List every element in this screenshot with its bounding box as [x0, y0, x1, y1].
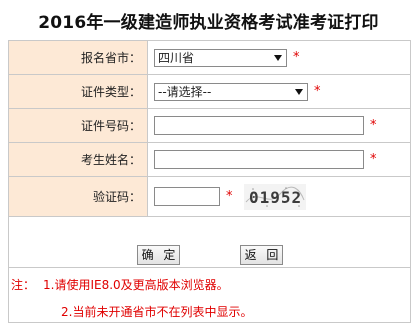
required-mark: *	[370, 152, 377, 167]
required-mark: *	[293, 50, 300, 65]
captcha-graphic: 01952	[244, 183, 307, 210]
id-type-field-cell: --请选择-- *	[147, 74, 411, 109]
province-select[interactable]: 四川省	[154, 48, 287, 67]
notes-cell: 注： 1.请使用IE8.0及更高版本浏览器。 2.当前未开通省市不在列表中显示。	[8, 267, 411, 323]
id-number-input[interactable]	[154, 116, 364, 135]
form-row-province: 报名省市： 四川省 *	[8, 40, 411, 75]
page-title: 2016年一级建造师执业资格考试准考证打印	[38, 13, 379, 33]
id-type-label: 证件类型：	[8, 74, 148, 109]
captcha-text: 01952	[249, 188, 302, 207]
back-button[interactable]: 返 回	[240, 245, 283, 265]
name-label: 考生姓名：	[8, 142, 148, 177]
form-row-id-number: 证件号码： *	[8, 108, 411, 143]
form-row-name: 考生姓名： *	[8, 142, 411, 177]
id-number-field-cell: *	[147, 108, 411, 143]
chevron-down-icon	[295, 88, 303, 95]
province-select-value: 四川省	[158, 50, 195, 65]
form-row-captcha: 验证码： * 01952	[8, 176, 411, 217]
province-field-cell: 四川省 *	[147, 40, 411, 75]
form-row-id-type: 证件类型： --请选择-- *	[8, 74, 411, 109]
chevron-down-icon	[274, 54, 282, 61]
note-line-2: 2.当前未开通省市不在列表中显示。	[61, 305, 253, 319]
form-row-actions: 确 定 返 回	[8, 216, 411, 268]
notes-prefix: 注：	[11, 278, 36, 292]
captcha-image[interactable]: 01952	[244, 183, 307, 210]
id-type-select[interactable]: --请选择--	[154, 82, 308, 101]
name-input[interactable]	[154, 150, 364, 169]
actions-cell: 确 定 返 回	[8, 216, 411, 268]
id-type-select-value: --请选择--	[158, 84, 212, 99]
captcha-input[interactable]	[154, 187, 220, 206]
required-mark: *	[370, 118, 377, 133]
province-label: 报名省市：	[8, 40, 148, 75]
form-row-notes: 注： 1.请使用IE8.0及更高版本浏览器。 2.当前未开通省市不在列表中显示。	[8, 267, 411, 323]
id-number-label: 证件号码：	[8, 108, 148, 143]
required-mark: *	[226, 189, 233, 204]
captcha-label: 验证码：	[8, 176, 148, 217]
print-form: 报名省市： 四川省 * 证件类型： --请选择-- * 证件号码： * 考生姓名…	[8, 40, 411, 323]
note-line-1: 1.请使用IE8.0及更高版本浏览器。	[43, 278, 229, 292]
required-mark: *	[314, 84, 321, 99]
name-field-cell: *	[147, 142, 411, 177]
captcha-field-cell: * 01952	[147, 176, 411, 217]
confirm-button[interactable]: 确 定	[137, 245, 180, 265]
